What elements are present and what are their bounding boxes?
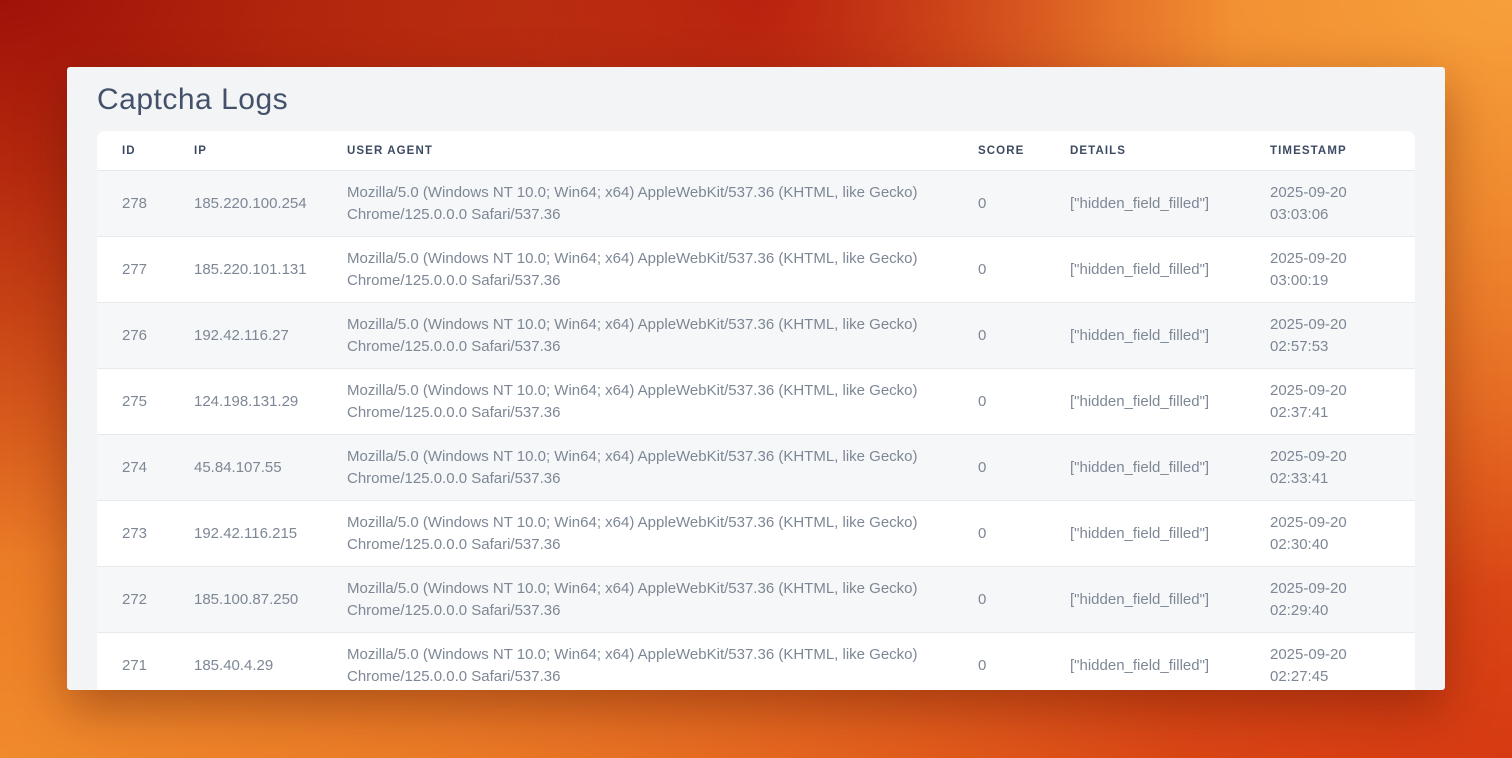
column-header-timestamp: TIMESTAMP bbox=[1245, 131, 1415, 171]
cell-ip: 185.220.100.254 bbox=[169, 171, 322, 237]
table-row: 271 185.40.4.29 Mozilla/5.0 (Windows NT … bbox=[97, 633, 1415, 691]
cell-details: ["hidden_field_filled"] bbox=[1045, 435, 1245, 501]
cell-timestamp: 2025-09-20 02:29:40 bbox=[1245, 567, 1415, 633]
cell-timestamp: 2025-09-20 02:37:41 bbox=[1245, 369, 1415, 435]
cell-timestamp: 2025-09-20 03:03:06 bbox=[1245, 171, 1415, 237]
cell-id: 273 bbox=[97, 501, 169, 567]
table-header: IDIPUSER AGENTSCOREDETAILSTIMESTAMP bbox=[97, 131, 1415, 171]
cell-timestamp: 2025-09-20 02:30:40 bbox=[1245, 501, 1415, 567]
cell-id: 277 bbox=[97, 237, 169, 303]
cell-user-agent: Mozilla/5.0 (Windows NT 10.0; Win64; x64… bbox=[322, 435, 953, 501]
cell-ip: 45.84.107.55 bbox=[169, 435, 322, 501]
cell-id: 276 bbox=[97, 303, 169, 369]
cell-id: 274 bbox=[97, 435, 169, 501]
table-body: 278 185.220.100.254 Mozilla/5.0 (Windows… bbox=[97, 171, 1415, 691]
cell-user-agent: Mozilla/5.0 (Windows NT 10.0; Win64; x64… bbox=[322, 237, 953, 303]
captcha-logs-table: IDIPUSER AGENTSCOREDETAILSTIMESTAMP 278 … bbox=[97, 131, 1415, 690]
cell-ip: 192.42.116.27 bbox=[169, 303, 322, 369]
table-row: 274 45.84.107.55 Mozilla/5.0 (Windows NT… bbox=[97, 435, 1415, 501]
cell-score: 0 bbox=[953, 501, 1045, 567]
cell-ip: 124.198.131.29 bbox=[169, 369, 322, 435]
cell-ip: 185.40.4.29 bbox=[169, 633, 322, 691]
cell-details: ["hidden_field_filled"] bbox=[1045, 237, 1245, 303]
cell-id: 271 bbox=[97, 633, 169, 691]
cell-user-agent: Mozilla/5.0 (Windows NT 10.0; Win64; x64… bbox=[322, 171, 953, 237]
column-header-score: SCORE bbox=[953, 131, 1045, 171]
cell-user-agent: Mozilla/5.0 (Windows NT 10.0; Win64; x64… bbox=[322, 369, 953, 435]
cell-ip: 185.220.101.131 bbox=[169, 237, 322, 303]
table-row: 273 192.42.116.215 Mozilla/5.0 (Windows … bbox=[97, 501, 1415, 567]
cell-id: 272 bbox=[97, 567, 169, 633]
cell-score: 0 bbox=[953, 171, 1045, 237]
cell-user-agent: Mozilla/5.0 (Windows NT 10.0; Win64; x64… bbox=[322, 501, 953, 567]
cell-details: ["hidden_field_filled"] bbox=[1045, 501, 1245, 567]
cell-timestamp: 2025-09-20 02:27:45 bbox=[1245, 633, 1415, 691]
table-container: IDIPUSER AGENTSCOREDETAILSTIMESTAMP 278 … bbox=[97, 131, 1415, 690]
cell-details: ["hidden_field_filled"] bbox=[1045, 171, 1245, 237]
cell-ip: 192.42.116.215 bbox=[169, 501, 322, 567]
cell-user-agent: Mozilla/5.0 (Windows NT 10.0; Win64; x64… bbox=[322, 303, 953, 369]
cell-score: 0 bbox=[953, 237, 1045, 303]
cell-ip: 185.100.87.250 bbox=[169, 567, 322, 633]
cell-user-agent: Mozilla/5.0 (Windows NT 10.0; Win64; x64… bbox=[322, 567, 953, 633]
cell-timestamp: 2025-09-20 03:00:19 bbox=[1245, 237, 1415, 303]
table-row: 272 185.100.87.250 Mozilla/5.0 (Windows … bbox=[97, 567, 1415, 633]
cell-id: 278 bbox=[97, 171, 169, 237]
table-row: 275 124.198.131.29 Mozilla/5.0 (Windows … bbox=[97, 369, 1415, 435]
cell-score: 0 bbox=[953, 303, 1045, 369]
cell-score: 0 bbox=[953, 369, 1045, 435]
table-row: 276 192.42.116.27 Mozilla/5.0 (Windows N… bbox=[97, 303, 1415, 369]
cell-details: ["hidden_field_filled"] bbox=[1045, 567, 1245, 633]
table-row: 277 185.220.101.131 Mozilla/5.0 (Windows… bbox=[97, 237, 1415, 303]
table-header-row: IDIPUSER AGENTSCOREDETAILSTIMESTAMP bbox=[97, 131, 1415, 171]
cell-user-agent: Mozilla/5.0 (Windows NT 10.0; Win64; x64… bbox=[322, 633, 953, 691]
cell-timestamp: 2025-09-20 02:33:41 bbox=[1245, 435, 1415, 501]
column-header-id: ID bbox=[97, 131, 169, 171]
page-background: { "window": { "title": "Captcha Logs" },… bbox=[0, 0, 1512, 758]
table-row: 278 185.220.100.254 Mozilla/5.0 (Windows… bbox=[97, 171, 1415, 237]
column-header-ip: IP bbox=[169, 131, 322, 171]
cell-score: 0 bbox=[953, 435, 1045, 501]
captcha-logs-card: Captcha Logs IDIPUSER AGENTSCOREDETAILST… bbox=[67, 67, 1445, 690]
cell-details: ["hidden_field_filled"] bbox=[1045, 369, 1245, 435]
cell-id: 275 bbox=[97, 369, 169, 435]
cell-details: ["hidden_field_filled"] bbox=[1045, 303, 1245, 369]
cell-details: ["hidden_field_filled"] bbox=[1045, 633, 1245, 691]
cell-score: 0 bbox=[953, 633, 1045, 691]
cell-timestamp: 2025-09-20 02:57:53 bbox=[1245, 303, 1415, 369]
column-header-user_agent: USER AGENT bbox=[322, 131, 953, 171]
cell-score: 0 bbox=[953, 567, 1045, 633]
column-header-details: DETAILS bbox=[1045, 131, 1245, 171]
page-title: Captcha Logs bbox=[97, 67, 1415, 131]
